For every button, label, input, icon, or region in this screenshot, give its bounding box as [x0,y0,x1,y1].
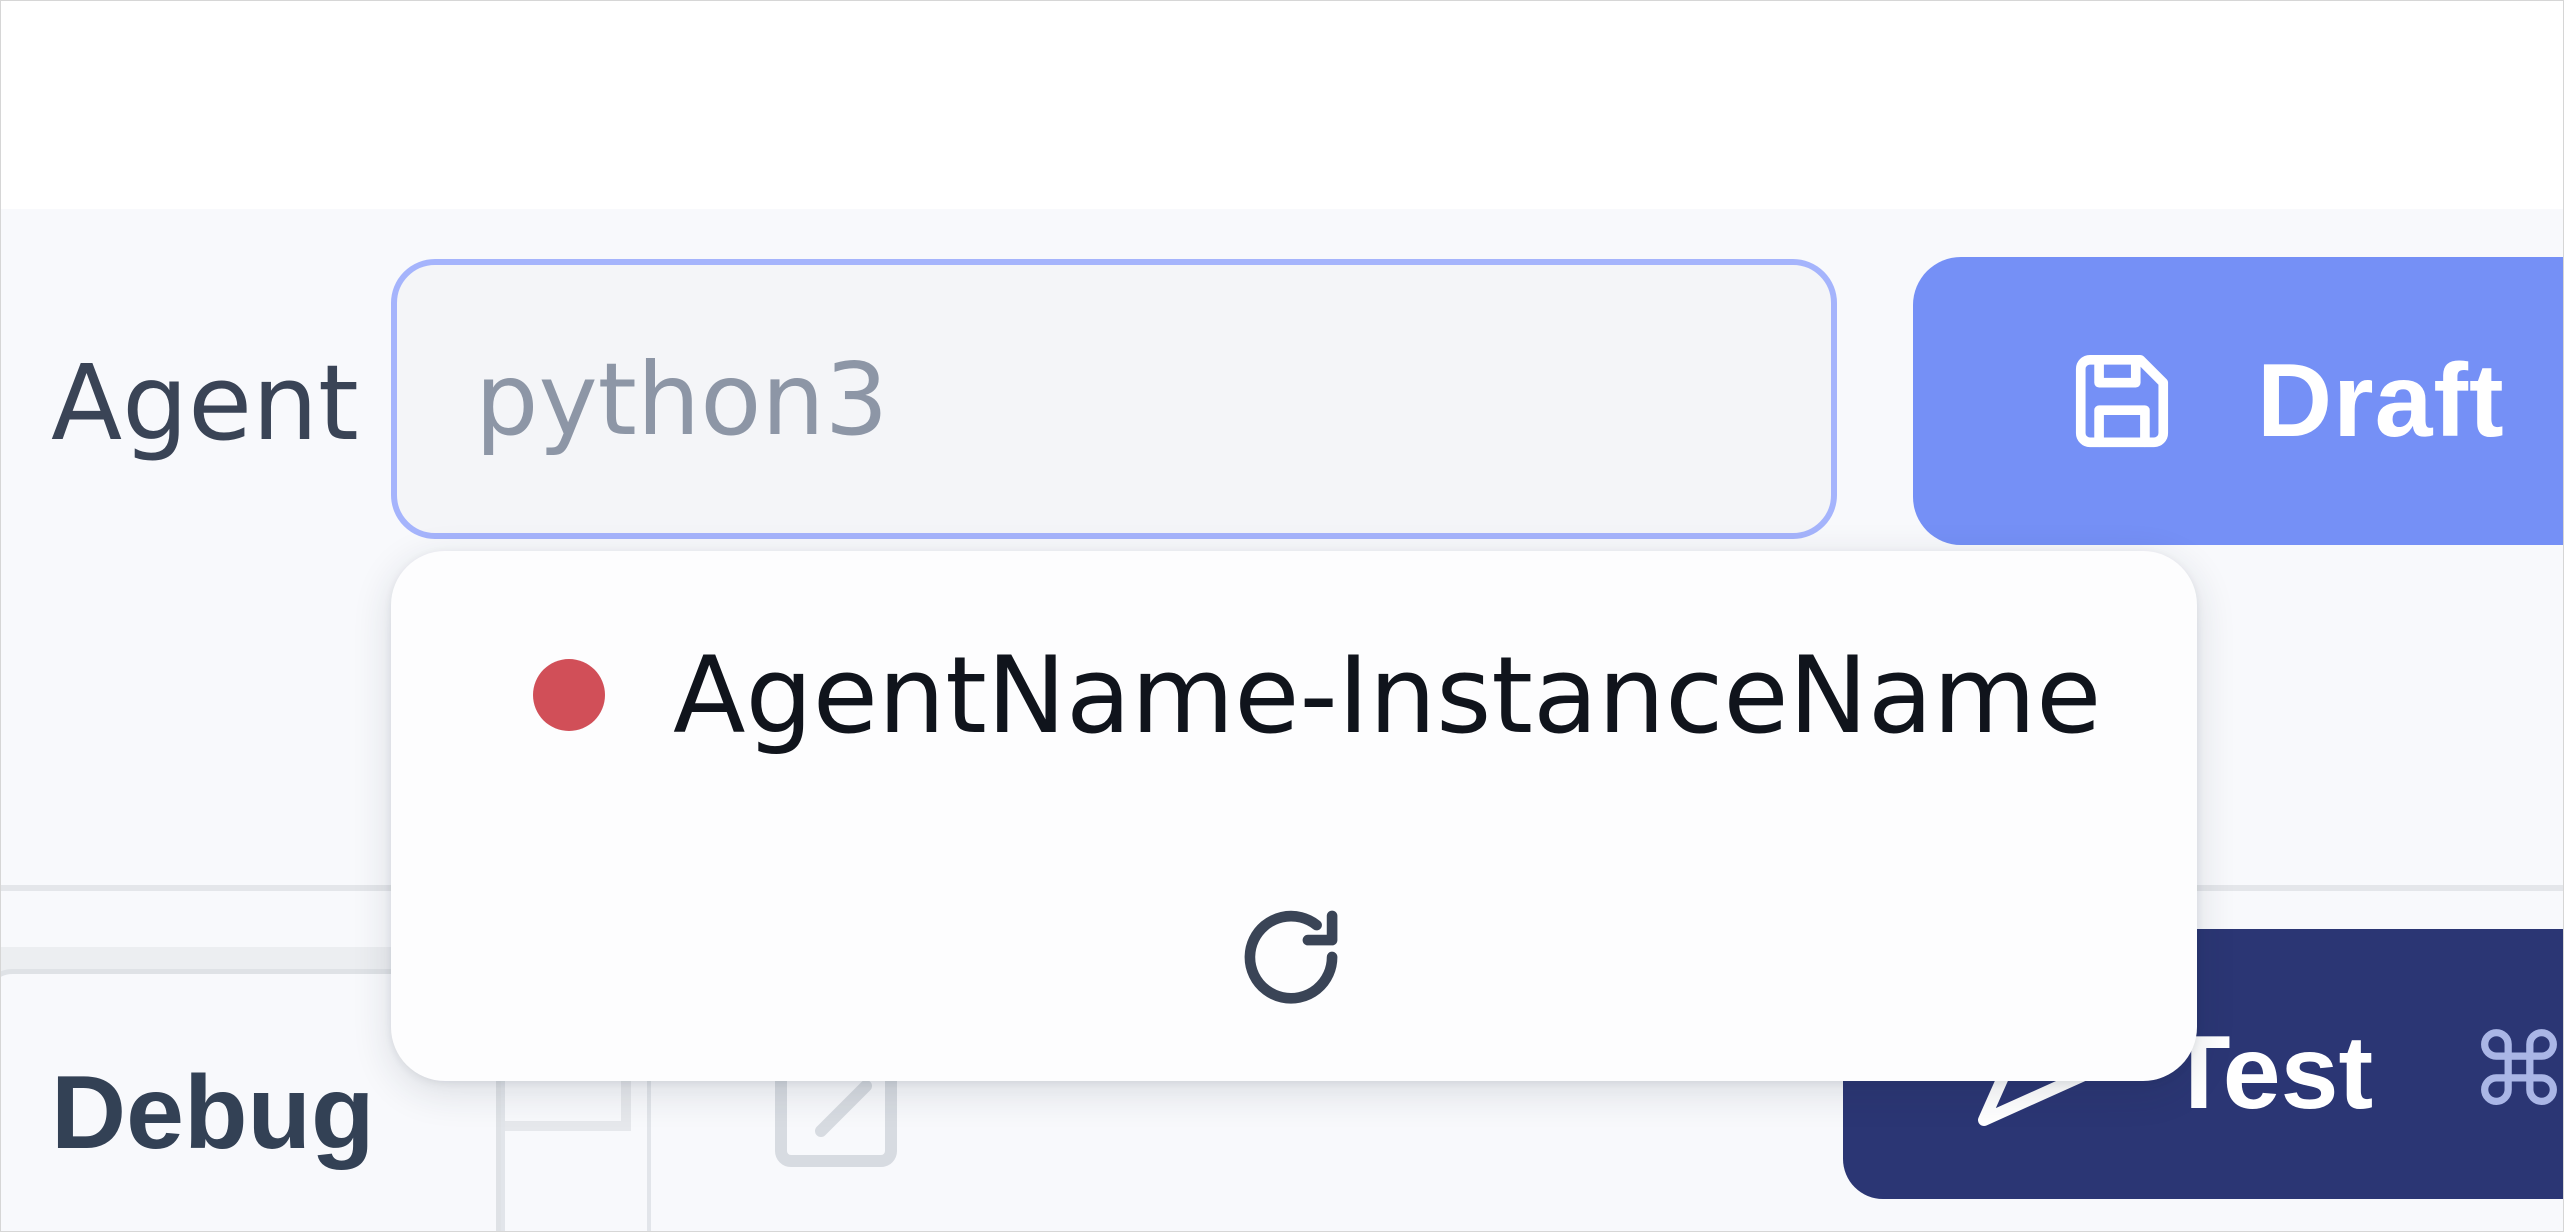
floppy-disk-icon [2075,354,2169,448]
tab-debug-label: Debug [51,1055,375,1171]
draft-button[interactable]: Draft [1913,257,2563,545]
agent-dropdown: AgentName-InstanceName [391,551,2197,1081]
app-window: Agent Draft Debug Test ⌘ AgentName-Insta… [0,0,2564,1232]
agent-label: Agent [51,342,359,464]
shortcut-command-icon: ⌘ [2469,1012,2564,1129]
draft-label: Draft [2257,342,2505,459]
agent-input[interactable] [391,259,1837,539]
dropdown-item-label: AgentName-InstanceName [673,634,2102,757]
refresh-icon [1244,910,1338,1004]
status-dot-icon [533,659,605,731]
refresh-button[interactable] [1227,893,1355,1021]
panel-frame [501,1061,651,1231]
top-area [1,1,2563,209]
test-label: Test [2167,1015,2374,1131]
